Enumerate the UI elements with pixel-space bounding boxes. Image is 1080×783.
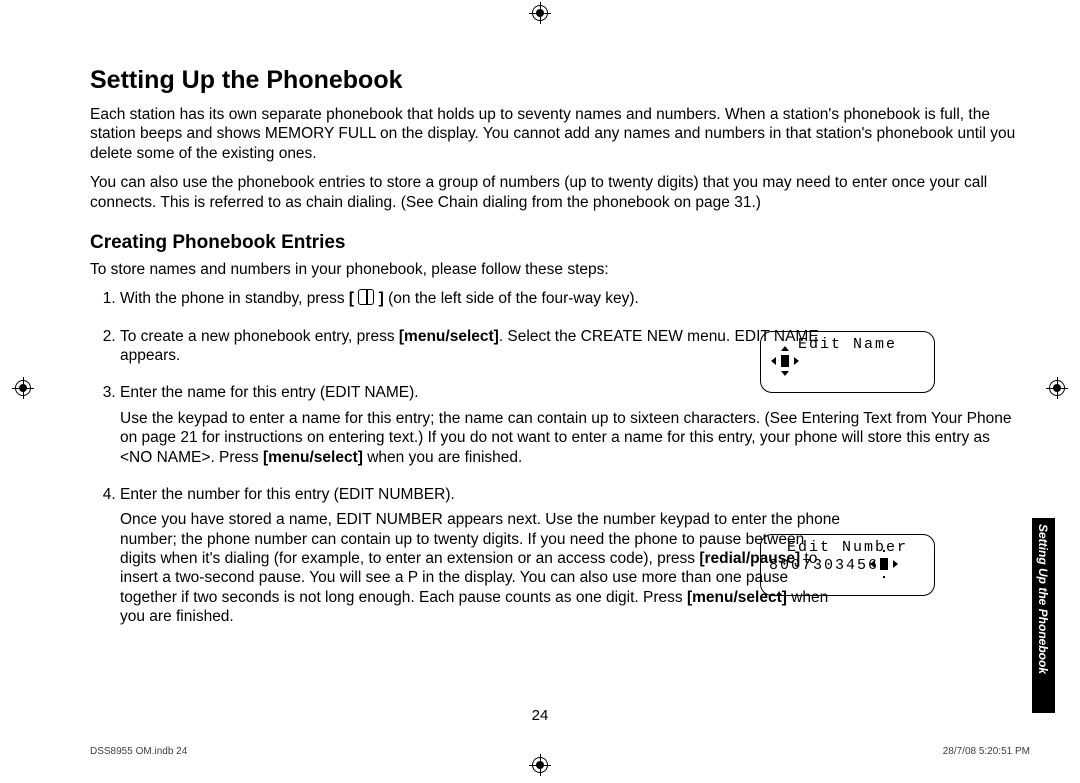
step-2-text-a: To create a new phonebook entry, press: [120, 328, 399, 345]
step-1: With the phone in standby, press [ ] (on…: [120, 289, 1030, 308]
page-number: 24: [0, 707, 1080, 724]
lcd-edit-name: Edit Name: [760, 331, 935, 393]
footer-file-info: DSS8955 OM.indb 24: [90, 746, 187, 757]
lcd2-line2-row: 8007303456: [769, 557, 926, 575]
registration-mark-top: [529, 2, 551, 24]
registration-mark-right: [1046, 377, 1068, 399]
lcd-edit-number: Edit Number 8007303456: [760, 534, 935, 596]
lcd2-line2: 8007303456: [769, 557, 879, 574]
lcd1-line1: Edit Name: [769, 336, 926, 354]
step-4-text-a: Enter the number for this entry (EDIT NU…: [120, 486, 455, 503]
cursor-icon: [780, 354, 790, 368]
lcd1-line2: [769, 354, 926, 372]
intro-paragraph-2: You can also use the phonebook entries t…: [90, 173, 1030, 212]
intro-paragraph-1: Each station has its own separate phoneb…: [90, 105, 1030, 163]
phonebook-icon: [358, 289, 374, 305]
step-3-text-a: Enter the name for this entry (EDIT NAME…: [120, 384, 419, 401]
step-1-bracket-close: ]: [374, 290, 383, 307]
lcd2-line1: Edit Number: [769, 539, 926, 557]
step-3b-menu-select: [menu/select]: [263, 449, 363, 466]
step-1-bracket-open: [: [349, 290, 358, 307]
page-title: Setting Up the Phonebook: [90, 66, 1030, 95]
step-3b-text-a: Use the keypad to enter a name for this …: [120, 410, 1011, 466]
registration-mark-bottom: [529, 754, 551, 776]
step-3b-text-c: when you are finished.: [363, 449, 522, 466]
cursor-icon-2: [879, 557, 889, 571]
step-1-text-a: With the phone in standby, press: [120, 290, 349, 307]
side-tab: Setting Up the Phonebook: [1032, 518, 1055, 713]
step-2-menu-select: [menu/select]: [399, 328, 499, 345]
footer-timestamp: 28/7/08 5:20:51 PM: [943, 746, 1030, 757]
step-4-subtext: Once you have stored a name, EDIT NUMBER…: [120, 510, 840, 626]
registration-mark-left: [12, 377, 34, 399]
step-3: Enter the name for this entry (EDIT NAME…: [120, 383, 1030, 467]
step-3-subtext: Use the keypad to enter a name for this …: [120, 409, 1020, 467]
side-tab-label: Setting Up the Phonebook: [1037, 524, 1049, 674]
section-subtitle: Creating Phonebook Entries: [90, 232, 1030, 254]
step-1-text-d: (on the left side of the four-way key).: [384, 290, 639, 307]
section-intro: To store names and numbers in your phone…: [90, 260, 1030, 279]
